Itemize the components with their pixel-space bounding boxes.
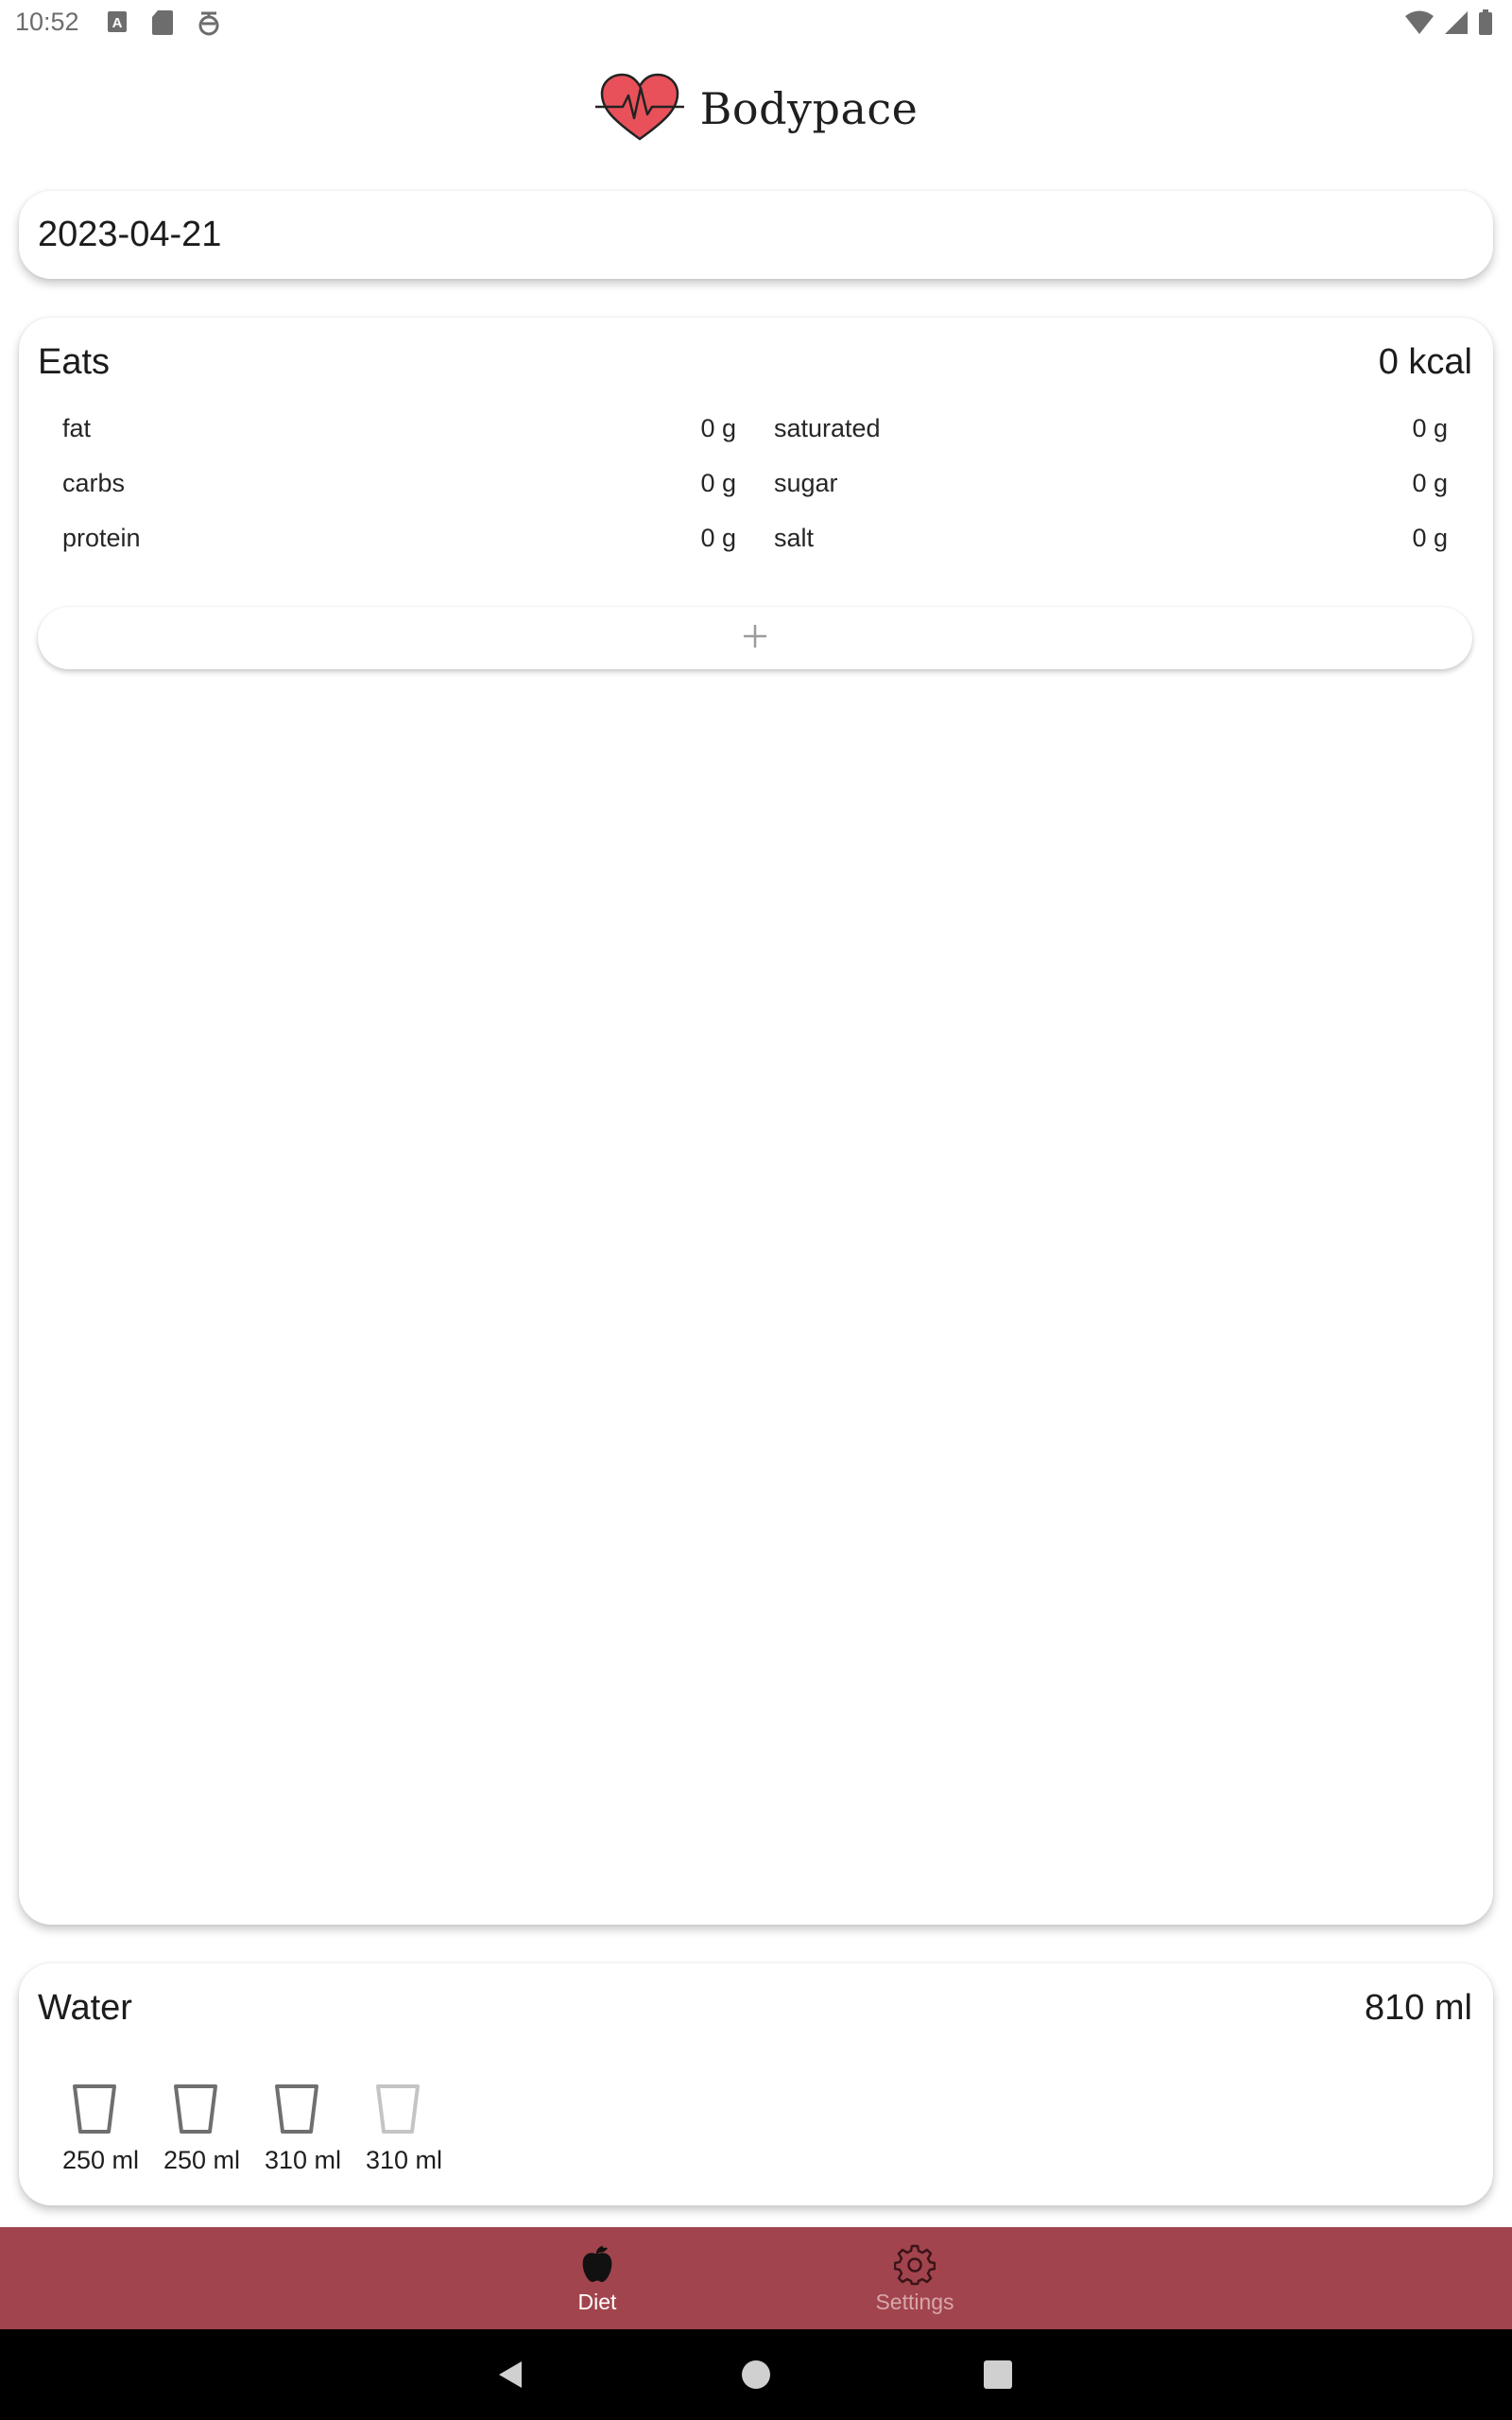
nutrient-salt: salt 0 g (774, 524, 1448, 562)
nutrient-fat: fat 0 g (62, 414, 736, 452)
eats-total-kcal: 0 kcal (1378, 342, 1472, 382)
app-title: Bodypace (699, 83, 919, 134)
app-header: Bodypace (0, 45, 1512, 172)
nutrient-label: carbs (62, 469, 126, 497)
water-glass-empty[interactable]: 310 ml (366, 2083, 467, 2175)
water-card: Water 810 ml 250 ml 250 ml 310 ml 310 ml (19, 1963, 1493, 2205)
water-total: 810 ml (1364, 1988, 1472, 2028)
notification-icon (197, 9, 221, 41)
add-meal-button[interactable] (38, 607, 1472, 669)
nutrient-value: 0 g (700, 414, 736, 442)
glass-icon (173, 2083, 218, 2135)
glass-icon (72, 2083, 117, 2135)
bottom-navigation: Diet Settings (0, 2227, 1512, 2329)
nutrient-label: salt (774, 524, 815, 552)
nutrient-sugar: sugar 0 g (774, 469, 1448, 507)
nutrient-value: 0 g (1412, 524, 1448, 552)
nutrient-label: protein (62, 524, 141, 552)
svg-text:A: A (112, 15, 123, 31)
water-title: Water (38, 1988, 132, 2028)
eats-title: Eats (38, 342, 111, 382)
heart-pulse-icon (594, 71, 685, 147)
nutrient-label: fat (62, 414, 92, 442)
nav-label-settings: Settings (875, 2290, 954, 2314)
water-glass[interactable]: 310 ml (265, 2083, 366, 2175)
status-bar: 10:52 A (0, 0, 1512, 45)
battery-icon (1478, 9, 1493, 41)
nutrient-carbs: carbs 0 g (62, 469, 736, 507)
nutrient-saturated: saturated 0 g (774, 414, 1448, 452)
status-time: 10:52 (15, 8, 79, 36)
glass-icon (375, 2083, 421, 2135)
wifi-icon (1404, 10, 1435, 40)
nav-label-diet: Diet (577, 2290, 617, 2314)
nutrient-protein: protein 0 g (62, 524, 736, 562)
cell-signal-icon (1444, 10, 1469, 40)
recents-icon[interactable] (975, 2352, 1021, 2397)
keyboard-a-icon: A (107, 9, 128, 39)
apple-icon (576, 2244, 618, 2286)
date-value: 2023-04-21 (38, 215, 222, 254)
glass-volume: 250 ml (62, 2146, 140, 2174)
nutrient-value: 0 g (700, 524, 736, 552)
nutrient-value: 0 g (1412, 414, 1448, 442)
nutrient-label: sugar (774, 469, 838, 497)
home-icon[interactable] (733, 2352, 779, 2397)
water-glasses: 250 ml 250 ml 310 ml 310 ml (62, 2083, 467, 2175)
plus-icon (741, 622, 769, 655)
nutrient-value: 0 g (1412, 469, 1448, 497)
sd-card-icon (151, 9, 174, 41)
nutrient-label: saturated (774, 414, 881, 442)
date-picker-field[interactable]: 2023-04-21 (19, 191, 1493, 279)
system-navigation-bar (0, 2329, 1512, 2420)
gear-icon (893, 2244, 936, 2286)
nav-item-diet[interactable]: Diet (503, 2227, 692, 2329)
water-glass[interactable]: 250 ml (163, 2083, 265, 2175)
nav-item-settings[interactable]: Settings (820, 2227, 1009, 2329)
glass-volume: 310 ml (366, 2146, 443, 2174)
back-icon[interactable] (490, 2352, 535, 2397)
glass-icon (274, 2083, 319, 2135)
eats-card: Eats 0 kcal fat 0 g carbs 0 g protein 0 … (19, 318, 1493, 1925)
water-glass[interactable]: 250 ml (62, 2083, 163, 2175)
glass-volume: 250 ml (163, 2146, 241, 2174)
glass-volume: 310 ml (265, 2146, 342, 2174)
nutrient-value: 0 g (700, 469, 736, 497)
